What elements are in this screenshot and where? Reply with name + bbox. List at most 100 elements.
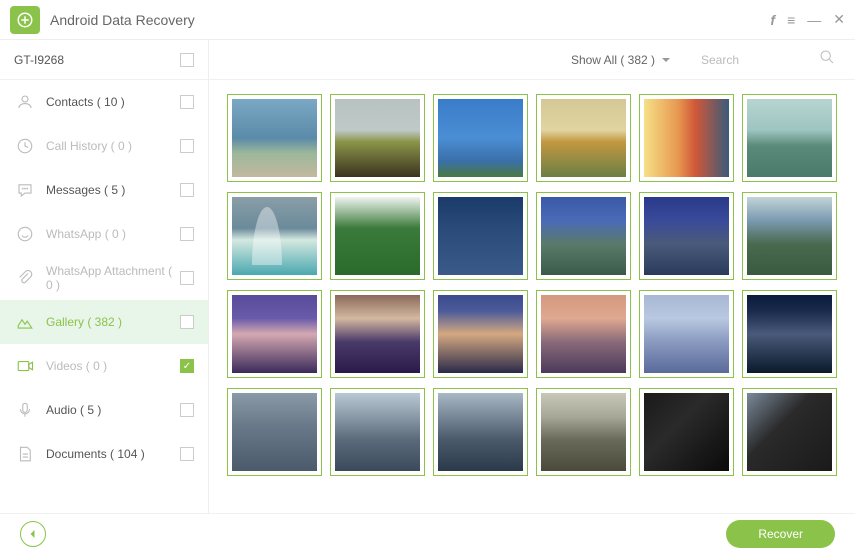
thumbnail-image [335,197,420,275]
thumbnail[interactable] [433,388,528,476]
thumbnail[interactable] [227,290,322,378]
sidebar-item-label: Videos ( 0 ) [46,359,180,373]
thumbnail[interactable] [536,290,631,378]
thumbnail[interactable] [639,388,734,476]
sidebar-item-gallery[interactable]: Gallery ( 382 ) [0,300,208,344]
category-checkbox[interactable] [180,139,194,153]
category-checkbox[interactable] [180,403,194,417]
thumbnail-image [438,393,523,471]
menu-icon[interactable]: ≡ [787,12,795,28]
videos-icon [14,357,36,375]
sidebar-item-label: Gallery ( 382 ) [46,315,180,329]
whatsapp-icon [14,225,36,243]
sidebar-item-label: Audio ( 5 ) [46,403,180,417]
search-icon[interactable] [819,49,835,70]
thumbnail[interactable] [227,94,322,182]
thumbnail[interactable] [639,94,734,182]
sidebar-item-videos[interactable]: Videos ( 0 ) [0,344,208,388]
thumbnail[interactable] [433,94,528,182]
thumbnail[interactable] [330,192,425,280]
sidebar-item-whatsapp[interactable]: WhatsApp ( 0 ) [0,212,208,256]
minimize-icon[interactable]: — [807,12,821,28]
sidebar-item-label: Documents ( 104 ) [46,447,180,461]
thumbnail-image [232,197,317,275]
thumbnail-image [644,197,729,275]
sidebar-item-documents[interactable]: Documents ( 104 ) [0,432,208,476]
search-input[interactable] [701,53,811,67]
category-checkbox[interactable] [180,315,194,329]
thumbnail-image [644,295,729,373]
thumbnail-image [747,99,832,177]
clock-icon [14,137,36,155]
sidebar-item-label: Messages ( 5 ) [46,183,180,197]
thumbnail[interactable] [536,388,631,476]
chevron-down-icon [661,55,671,65]
sidebar-item-messages[interactable]: Messages ( 5 ) [0,168,208,212]
audio-icon [14,401,36,419]
device-row: GT-I9268 [0,40,208,80]
filter-label: Show All ( 382 ) [571,53,655,67]
sidebar-item-label: WhatsApp Attachment ( 0 ) [46,264,180,292]
thumbnail[interactable] [742,290,837,378]
thumbnail-image [438,197,523,275]
thumbnail[interactable] [433,192,528,280]
thumbnail-image [541,197,626,275]
thumbnail-image [541,99,626,177]
category-checkbox[interactable] [180,227,194,241]
thumbnail-image [747,295,832,373]
thumbnail-image [541,393,626,471]
sidebar-item-label: WhatsApp ( 0 ) [46,227,180,241]
sidebar-item-attachment[interactable]: WhatsApp Attachment ( 0 ) [0,256,208,300]
thumbnail-image [438,99,523,177]
thumbnail-image [644,99,729,177]
thumbnail[interactable] [330,94,425,182]
thumbnail[interactable] [536,94,631,182]
thumbnail[interactable] [330,290,425,378]
category-checkbox[interactable] [180,183,194,197]
thumbnail-grid [209,80,855,513]
thumbnail[interactable] [330,388,425,476]
thumbnail-image [438,295,523,373]
sidebar-item-audio[interactable]: Audio ( 5 ) [0,388,208,432]
device-checkbox[interactable] [180,53,194,67]
category-checkbox[interactable] [180,447,194,461]
contacts-icon [14,93,36,111]
thumbnail[interactable] [742,94,837,182]
titlebar: Android Data Recovery f ≡ — ✕ [0,0,855,40]
thumbnail-image [747,393,832,471]
thumbnail[interactable] [742,192,837,280]
sidebar-item-label: Contacts ( 10 ) [46,95,180,109]
recover-button[interactable]: Recover [726,520,835,548]
thumbnail-image [232,99,317,177]
sidebar-item-clock[interactable]: Call History ( 0 ) [0,124,208,168]
thumbnail[interactable] [639,192,734,280]
thumbnail[interactable] [433,290,528,378]
sidebar: GT-I9268 Contacts ( 10 ) Call History ( 0… [0,40,209,513]
thumbnail[interactable] [536,192,631,280]
close-icon[interactable]: ✕ [833,11,845,28]
thumbnail-image [335,295,420,373]
category-checkbox[interactable] [180,271,194,285]
thumbnail-image [335,99,420,177]
toolbar: Show All ( 382 ) [209,40,855,80]
thumbnail-image [644,393,729,471]
filter-dropdown[interactable]: Show All ( 382 ) [571,53,671,67]
thumbnail-image [232,295,317,373]
thumbnail[interactable] [227,192,322,280]
thumbnail-image [541,295,626,373]
documents-icon [14,445,36,463]
app-title: Android Data Recovery [50,12,770,28]
attachment-icon [14,269,36,287]
thumbnail[interactable] [639,290,734,378]
footer: Recover [0,513,855,553]
sidebar-item-contacts[interactable]: Contacts ( 10 ) [0,80,208,124]
category-checkbox[interactable] [180,359,194,373]
thumbnail-image [747,197,832,275]
thumbnail[interactable] [227,388,322,476]
app-logo [10,6,40,34]
back-button[interactable] [20,521,46,547]
gallery-icon [14,313,36,331]
thumbnail[interactable] [742,388,837,476]
facebook-icon[interactable]: f [770,12,775,28]
category-checkbox[interactable] [180,95,194,109]
